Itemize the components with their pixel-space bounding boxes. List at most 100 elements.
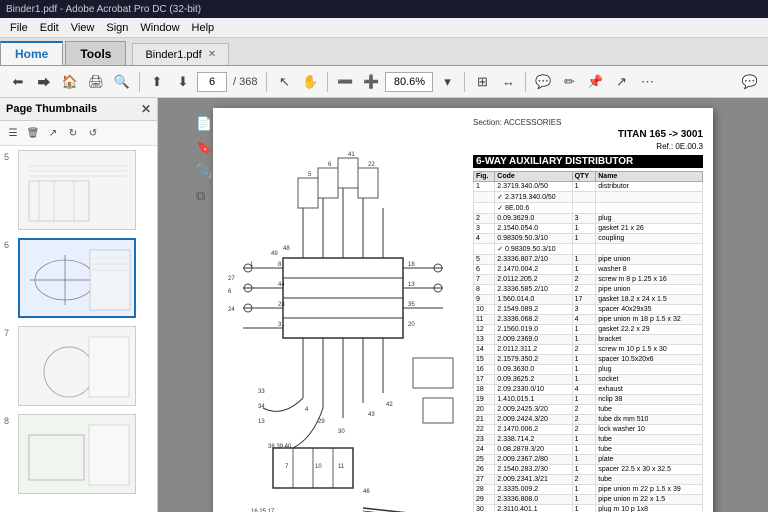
table-row: 262.1540.283.2/301spacer 22.5 x 30 x 32.… [474, 465, 703, 475]
table-row: 182.09.2330.0/104exhaust [474, 385, 703, 395]
pdf-page: 📄 🔖 📎 ⧉ [213, 108, 713, 512]
attachment-icon[interactable]: 📎 [196, 164, 212, 180]
page-number-input[interactable] [197, 72, 227, 92]
fit-width-icon[interactable]: ↔ [496, 70, 520, 94]
titan-title: TITAN 165 -> 3001 [473, 129, 703, 140]
svg-text:28: 28 [278, 302, 285, 308]
table-row: 72.0112.205.22screw m 8 p 1.25 x 16 [474, 275, 703, 285]
layers-icon[interactable]: ⧉ [196, 188, 212, 204]
menu-window[interactable]: Window [134, 22, 185, 34]
table-row: 112.3336.068.24pipe union m 18 p 1.5 x 3… [474, 315, 703, 325]
tab-home[interactable]: Home [0, 41, 63, 65]
thumbnail-8[interactable]: 8 [4, 414, 153, 494]
separator-3 [327, 72, 328, 92]
col-code: Code [495, 172, 572, 182]
table-row: 252.009.2367.2/801plate [474, 455, 703, 465]
zoom-out-icon[interactable]: ➖ [333, 70, 357, 94]
svg-text:7: 7 [285, 464, 289, 470]
title-bar: Binder1.pdf - Adobe Acrobat Pro DC (32-b… [0, 0, 768, 18]
highlight-icon[interactable]: ✏ [557, 70, 581, 94]
svg-text:33: 33 [258, 389, 265, 395]
parts-section: Section: ACCESSORIES TITAN 165 -> 3001 R… [473, 118, 703, 512]
thumbnail-img-7[interactable] [18, 326, 136, 406]
zoom-in-icon[interactable]: ➕ [359, 70, 383, 94]
svg-text:13: 13 [258, 419, 265, 425]
menu-sign[interactable]: Sign [100, 22, 134, 34]
sidebar-extract-icon[interactable]: ↗ [44, 124, 62, 142]
marker-icon[interactable]: 📌 [583, 70, 607, 94]
table-row: 202.009.2425.3/202tube [474, 405, 703, 415]
close-tab-icon[interactable]: ✕ [208, 49, 216, 60]
table-row: 52.3336.807.2/101pipe union [474, 255, 703, 265]
forward-icon[interactable]: ⮕ [32, 70, 56, 94]
bookmark-icon[interactable]: 🔖 [196, 140, 212, 156]
close-sidebar-icon[interactable]: ✕ [141, 102, 151, 116]
menu-bar: File Edit View Sign Window Help [0, 18, 768, 38]
next-page-icon[interactable]: ⬇ [171, 70, 195, 94]
title-text: Binder1.pdf - Adobe Acrobat Pro DC (32-b… [6, 4, 201, 15]
pointer-icon[interactable]: ↖ [272, 70, 296, 94]
fit-page-icon[interactable]: ⊞ [470, 70, 494, 94]
back-icon[interactable]: ⬅ [6, 70, 30, 94]
svg-text:5: 5 [308, 172, 312, 178]
sidebar-rotate-cw-icon[interactable]: ↻ [64, 124, 82, 142]
hand-icon[interactable]: ✋ [298, 70, 322, 94]
table-row: 232.338.714.21tube [474, 435, 703, 445]
home-icon[interactable]: 🏠 [58, 70, 82, 94]
zoom-input[interactable] [385, 72, 433, 92]
thumbnail-5[interactable]: 5 [4, 150, 153, 230]
svg-text:6: 6 [228, 289, 232, 295]
svg-text:8: 8 [278, 262, 282, 268]
table-row: 160.09.3630.01plug [474, 365, 703, 375]
svg-text:29: 29 [318, 419, 325, 425]
tab-file[interactable]: Binder1.pdf ✕ [132, 43, 229, 65]
menu-help[interactable]: Help [186, 22, 221, 34]
table-row: 122.1560.019.01gasket 22.2 x 29 [474, 325, 703, 335]
table-row: 170.09.3625.21socket [474, 375, 703, 385]
sidebar-delete-icon[interactable]: 🗑 [24, 124, 42, 142]
more-icon[interactable]: ⋯ [635, 70, 659, 94]
table-row: 102.1549.089.23spacer 40x29x35 [474, 305, 703, 315]
pdf-area[interactable]: 📄 🔖 📎 ⧉ [158, 98, 768, 512]
thumbnail-img-6[interactable] [18, 238, 136, 318]
svg-text:35: 35 [408, 302, 415, 308]
table-row: 40.98309.50.3/101coupling [474, 234, 703, 244]
thumbnail-img-8[interactable] [18, 414, 136, 494]
svg-text:46: 46 [363, 489, 370, 495]
menu-file[interactable]: File [4, 22, 34, 34]
sidebar-thumbnails: 5 6 [0, 146, 157, 512]
print-icon[interactable]: 🖨 [84, 70, 108, 94]
col-fig: Fig. [474, 172, 495, 182]
comment-icon[interactable]: 💬 [531, 70, 555, 94]
menu-edit[interactable]: Edit [34, 22, 65, 34]
svg-text:44: 44 [278, 282, 285, 288]
svg-text:34: 34 [258, 404, 265, 410]
page-icon[interactable]: 📄 [196, 116, 212, 132]
table-row: 292.3336.808.01pipe union m 22 x 1.5 [474, 495, 703, 505]
table-row: 62.1470.004.21washer 8 [474, 265, 703, 275]
table-row: ✓ 2.3719.340.0/50 [474, 192, 703, 203]
table-row: 82.3336.585.2/102pipe union [474, 285, 703, 295]
table-row: 91.560.014.017gasket 18.2 x 24 x 1.5 [474, 295, 703, 305]
sidebar-toolbar: ☰ 🗑 ↗ ↻ ↺ [0, 121, 157, 146]
table-row: 142.0112.311.22screw m 10 p 1.5 x 30 [474, 345, 703, 355]
thumbnail-img-5[interactable] [18, 150, 136, 230]
thumbnail-6[interactable]: 6 [4, 238, 153, 318]
sidebar-rotate-ccw-icon[interactable]: ↺ [84, 124, 102, 142]
zoom-dropdown-icon[interactable]: ▾ [435, 70, 459, 94]
search-icon[interactable]: 🔍 [110, 70, 134, 94]
svg-text:27: 27 [228, 276, 235, 282]
svg-text:49: 49 [271, 251, 278, 257]
chat-icon[interactable]: 💬 [738, 70, 762, 94]
svg-text:38 39 40: 38 39 40 [268, 444, 292, 450]
menu-view[interactable]: View [65, 22, 101, 34]
tab-tools[interactable]: Tools [65, 41, 126, 65]
thumbnail-7[interactable]: 7 [4, 326, 153, 406]
share-icon[interactable]: ↗ [609, 70, 633, 94]
table-row: 212.009.2424.3/202tube dx mm 510 [474, 415, 703, 425]
svg-text:24: 24 [228, 307, 235, 313]
separator-4 [464, 72, 465, 92]
table-row: ✓ 0.98309.50.3/10 [474, 244, 703, 255]
prev-page-icon[interactable]: ⬆ [145, 70, 169, 94]
sidebar-options-icon[interactable]: ☰ [4, 124, 22, 142]
